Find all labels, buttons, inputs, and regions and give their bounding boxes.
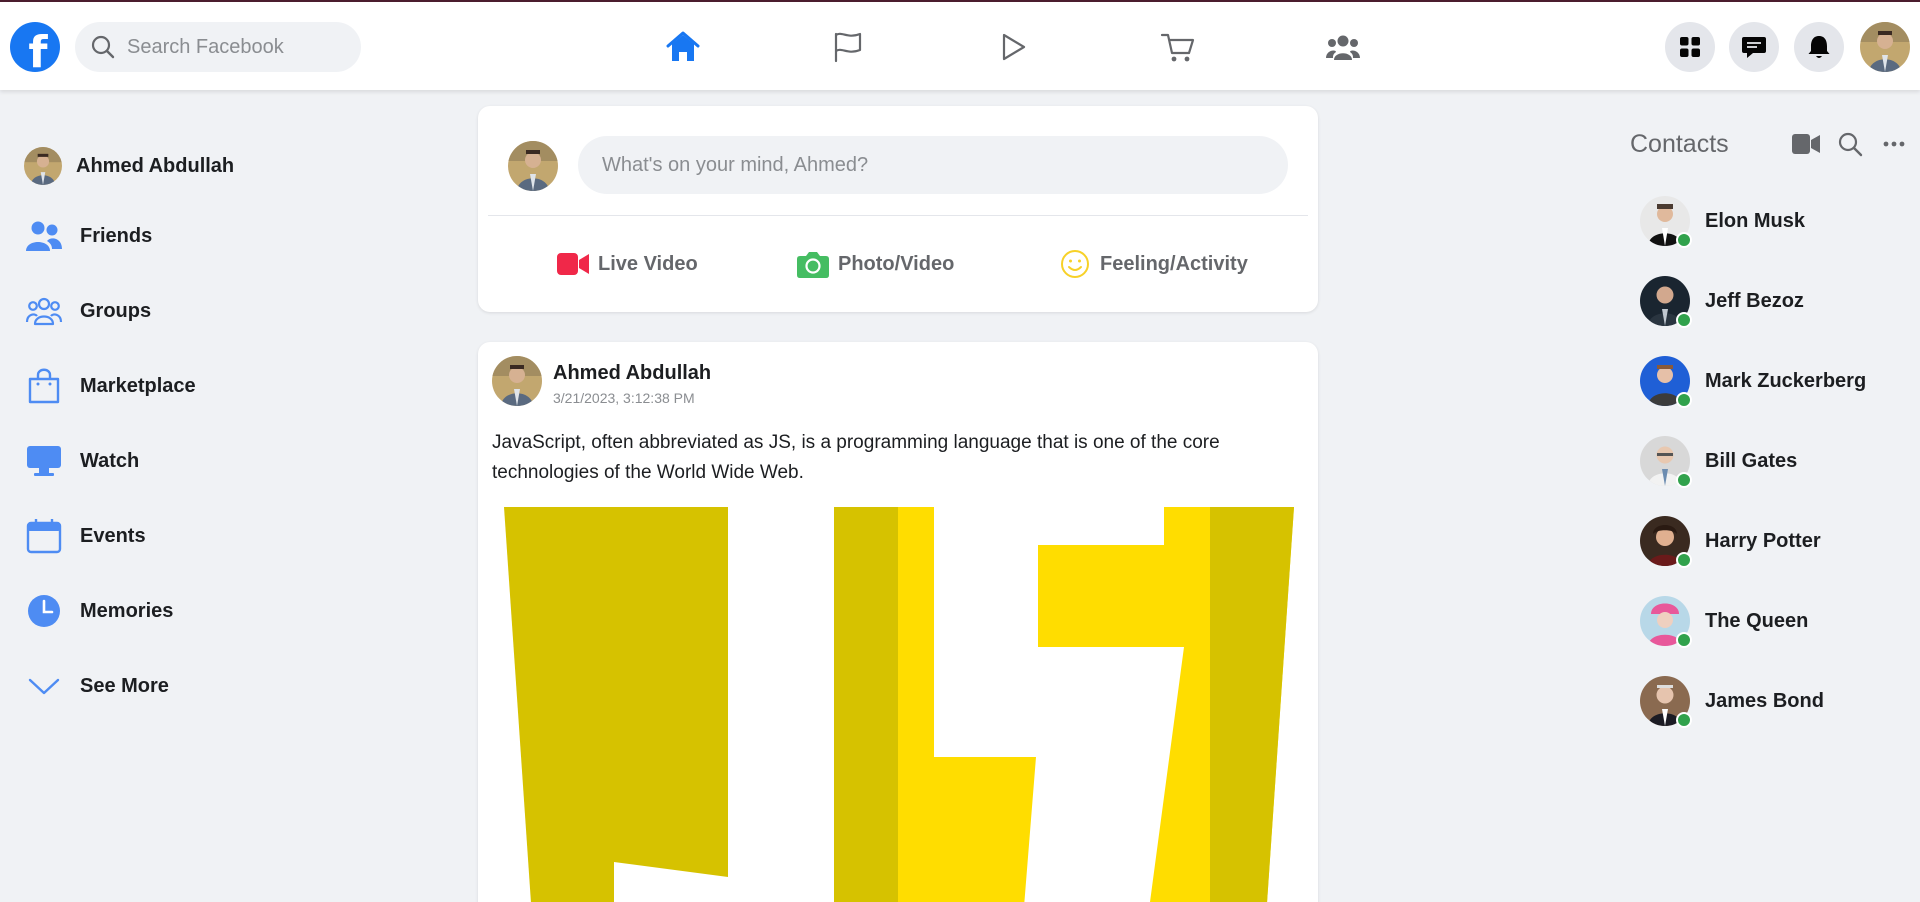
notifications-button[interactable]	[1794, 22, 1844, 72]
cart-icon	[1160, 33, 1195, 62]
search-bar[interactable]	[75, 22, 361, 72]
contact-item[interactable]: James Bond	[1640, 676, 1910, 728]
sidebar-item-label: Events	[80, 524, 146, 547]
online-status-dot	[1676, 472, 1692, 488]
post-composer-input[interactable]: What's on your mind, Ahmed?	[578, 136, 1288, 194]
action-label: Photo/Video	[838, 252, 955, 275]
contact-item[interactable]: Elon Musk	[1640, 196, 1910, 248]
search-icon[interactable]	[1837, 131, 1863, 157]
contact-name: Jeff Bezoz	[1705, 289, 1804, 312]
clock-icon	[28, 595, 60, 627]
messenger-button[interactable]	[1729, 22, 1779, 72]
flag-icon	[834, 32, 862, 63]
online-status-dot	[1676, 632, 1692, 648]
sidebar-item-groups[interactable]: Groups	[24, 286, 424, 336]
notifications-bell-icon	[1808, 36, 1830, 58]
sidebar-item-label: Friends	[80, 224, 153, 247]
post-author[interactable]: Ahmed Abdullah	[553, 362, 711, 385]
nav-watch[interactable]	[991, 25, 1035, 69]
calendar-icon	[26, 519, 62, 554]
video-call-icon[interactable]	[1792, 133, 1820, 155]
sidebar-item-label: Marketplace	[80, 374, 196, 397]
online-status-dot	[1676, 312, 1692, 328]
groups-icon	[25, 297, 63, 326]
contacts-heading: Contacts	[1630, 130, 1729, 158]
photo-video-button[interactable]: Photo/Video	[796, 244, 954, 284]
online-status-dot	[1676, 392, 1692, 408]
messenger-icon	[1742, 37, 1766, 58]
contact-item[interactable]: Bill Gates	[1640, 436, 1910, 488]
online-status-dot	[1676, 712, 1692, 728]
sidebar-item-label: See More	[80, 674, 169, 697]
contact-name: Harry Potter	[1705, 529, 1821, 552]
javascript-logo-image	[504, 507, 1294, 902]
live-video-button[interactable]: Live Video	[556, 244, 698, 284]
nav-marketplace[interactable]	[1156, 25, 1200, 69]
profile-avatar[interactable]	[1860, 22, 1910, 72]
avatar[interactable]	[492, 356, 542, 406]
smiley-icon	[1061, 250, 1089, 278]
post-text: JavaScript, often abbreviated as JS, is …	[492, 432, 1220, 483]
menu-button[interactable]	[1665, 22, 1715, 72]
play-icon	[1002, 33, 1026, 61]
nav-home[interactable]	[661, 25, 705, 69]
sidebar-item-friends[interactable]: Friends	[24, 211, 424, 261]
sidebar-item-marketplace[interactable]: Marketplace	[24, 361, 424, 411]
contact-name: Elon Musk	[1705, 209, 1806, 232]
camera-icon	[797, 252, 829, 278]
contact-name: Bill Gates	[1705, 449, 1798, 472]
create-post-card: What's on your mind, Ahmed? Live Video P…	[478, 106, 1318, 312]
contact-name: The Queen	[1705, 609, 1809, 632]
contact-name: James Bond	[1705, 689, 1824, 712]
feeling-activity-button[interactable]: Feeling/Activity	[1058, 244, 1248, 284]
sidebar-item-label: Ahmed Abdullah	[76, 154, 235, 177]
sidebar-item-label: Watch	[80, 449, 140, 472]
sidebar-item-watch[interactable]: Watch	[24, 436, 424, 486]
contact-name: Mark Zuckerberg	[1705, 369, 1867, 392]
sidebar-item-events[interactable]: Events	[24, 511, 424, 561]
contact-item[interactable]: Mark Zuckerberg	[1640, 356, 1910, 408]
top-navigation-bar: f	[0, 0, 1920, 90]
friends-icon	[26, 221, 62, 251]
monitor-icon	[27, 446, 61, 476]
online-status-dot	[1676, 232, 1692, 248]
sidebar-item-see-more[interactable]: See More	[24, 661, 424, 711]
chevron-down-icon	[28, 678, 60, 695]
sidebar-item-label: Memories	[80, 599, 174, 622]
avatar	[24, 147, 62, 185]
sidebar-item-memories[interactable]: Memories	[24, 586, 424, 636]
contact-item[interactable]: Jeff Bezoz	[1640, 276, 1910, 328]
sidebar-item-profile[interactable]: Ahmed Abdullah	[24, 141, 424, 191]
nav-groups[interactable]	[1321, 25, 1365, 69]
nav-pages[interactable]	[826, 25, 870, 69]
post-image[interactable]	[504, 507, 1294, 902]
post-card: Ahmed Abdullah 3/21/2023, 3:12:38 PM Jav…	[478, 342, 1318, 902]
menu-grid-icon	[1680, 37, 1700, 57]
search-input[interactable]	[127, 35, 347, 59]
action-label: Feeling/Activity	[1100, 252, 1248, 275]
divider	[488, 215, 1308, 216]
contact-item[interactable]: Harry Potter	[1640, 516, 1910, 568]
sidebar-item-label: Groups	[80, 299, 152, 322]
shopping-bag-icon	[28, 368, 60, 404]
action-label: Live Video	[598, 252, 698, 275]
contact-item[interactable]: The Queen	[1640, 596, 1910, 648]
search-icon	[91, 35, 115, 59]
post-timestamp[interactable]: 3/21/2023, 3:12:38 PM	[553, 390, 695, 406]
video-camera-icon	[557, 253, 589, 275]
groups-icon	[1326, 35, 1360, 60]
more-options-icon[interactable]	[1883, 140, 1905, 148]
online-status-dot	[1676, 552, 1692, 568]
home-icon	[666, 31, 700, 61]
avatar	[508, 141, 558, 191]
facebook-logo[interactable]: f	[10, 22, 60, 72]
